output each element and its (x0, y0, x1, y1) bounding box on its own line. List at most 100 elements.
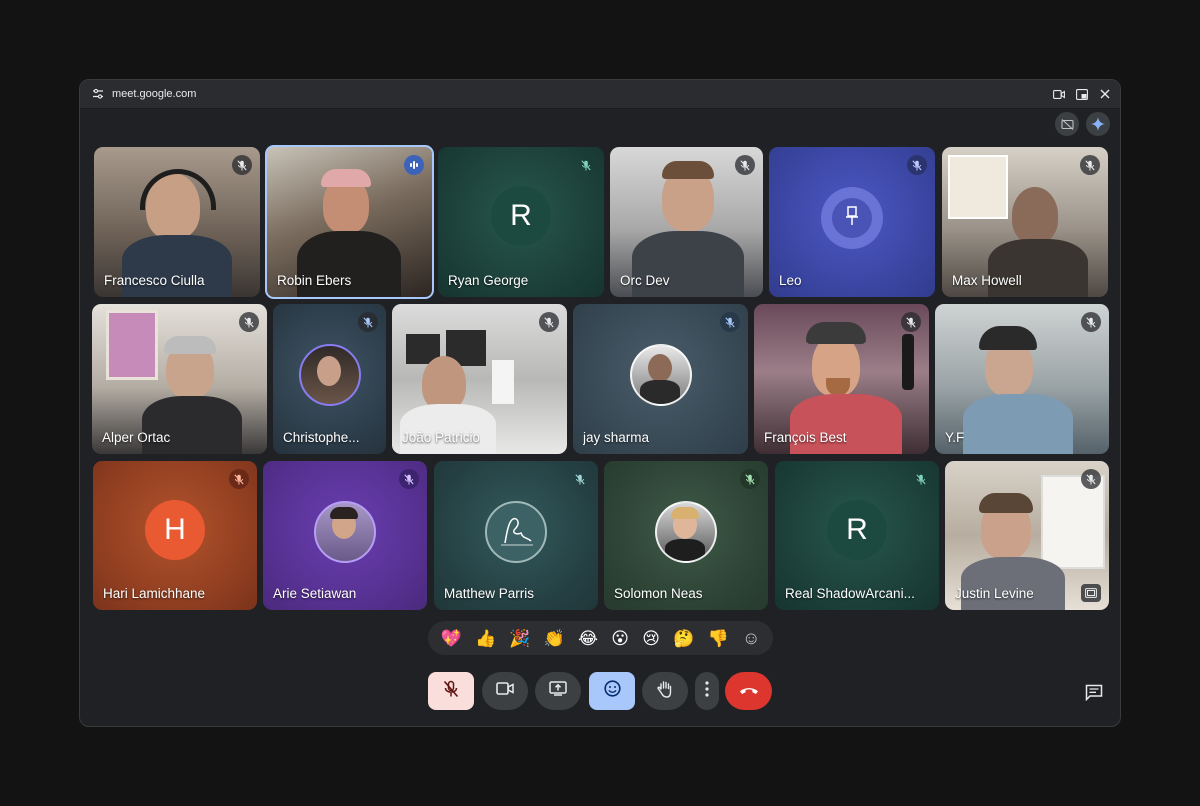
mic-off-icon (1081, 469, 1101, 489)
participant-avatar-photo (629, 344, 692, 406)
participant-tile-self[interactable]: Justin Levine (945, 461, 1109, 610)
participant-name: Alper Ortac (102, 430, 171, 445)
participant-name: Max Howell (952, 273, 1022, 288)
camera-toggle-button[interactable] (482, 672, 528, 710)
avatar-letter: H (145, 499, 205, 560)
mic-off-icon (907, 155, 927, 175)
leave-call-button[interactable] (725, 672, 772, 710)
participant-name: Y.F (945, 430, 965, 445)
participant-tile-active-speaker[interactable]: Robin Ebers (265, 145, 434, 299)
participant-name: Matthew Parris (444, 586, 535, 601)
participant-tile[interactable]: Alper Ortac (92, 304, 267, 454)
leave-call-icon (739, 682, 759, 700)
meet-window: meet.google.com Francesco Ciulla Robin E… (79, 79, 1121, 727)
mic-off-icon (570, 469, 590, 489)
mic-off-icon (720, 312, 740, 332)
signature-logo-icon (501, 517, 533, 545)
reactions-bar: 💖 👍 🎉 👏 😂 😮 😢 🤔 👎 ☺ (428, 621, 773, 655)
url-text: meet.google.com (112, 88, 197, 100)
present-screen-button[interactable] (535, 672, 581, 710)
participant-name: Solomon Neas (614, 586, 703, 601)
participant-name: jay sharma (583, 430, 650, 445)
mic-off-icon (232, 155, 252, 175)
more-options-button[interactable] (695, 672, 719, 710)
participant-name: Ryan George (448, 273, 529, 288)
camera-icon[interactable] (1053, 88, 1065, 100)
browser-titlebar: meet.google.com (80, 80, 1120, 109)
mic-off-icon (239, 312, 259, 332)
close-icon[interactable] (1099, 88, 1111, 100)
participant-name: Robin Ebers (277, 273, 352, 288)
avatar-letter: R (827, 499, 887, 560)
participant-name: Real ShadowArcani... (785, 586, 915, 601)
participant-name: Hari Lamichhane (103, 586, 206, 601)
mic-toggle-button[interactable] (428, 672, 474, 710)
participant-avatar-photo (298, 344, 361, 406)
pin-icon[interactable] (843, 205, 861, 232)
mic-muted-icon (443, 680, 459, 703)
mic-off-icon (911, 469, 931, 489)
participant-tile[interactable]: R Real ShadowArcani... (775, 461, 939, 610)
avatar-letter: R (491, 186, 551, 246)
mic-off-icon (1080, 155, 1100, 175)
speaking-indicator-icon (404, 155, 424, 175)
participant-avatar-photo (485, 500, 547, 563)
raise-hand-icon (657, 680, 673, 703)
emoji-icon (603, 680, 621, 702)
participant-avatar-photo (655, 500, 717, 563)
camera-icon (496, 682, 514, 700)
reaction-sad[interactable]: 😢 (642, 630, 660, 647)
participant-avatar-photo (314, 500, 376, 563)
participant-tile[interactable]: Matthew Parris (434, 461, 598, 610)
participant-name: Christophe... (283, 430, 360, 445)
participant-tile[interactable]: Max Howell (942, 147, 1108, 297)
participant-tile[interactable]: Christophe... (273, 304, 386, 454)
mic-off-icon (735, 155, 755, 175)
mic-off-icon (1081, 312, 1101, 332)
participant-name: Arie Setiawan (273, 586, 357, 601)
more-options-icon (705, 680, 709, 702)
reaction-thumbs-up[interactable]: 👍 (475, 630, 496, 647)
participant-tile[interactable]: Solomon Neas (604, 461, 768, 610)
present-screen-icon (549, 681, 567, 701)
reaction-party[interactable]: 🎉 (509, 630, 530, 647)
mic-off-icon (539, 312, 559, 332)
mic-off-icon (740, 469, 760, 489)
participant-tile[interactable]: Leo (769, 147, 935, 297)
mic-off-icon (399, 469, 419, 489)
chat-icon[interactable] (1083, 681, 1105, 703)
participant-tile[interactable]: Y.F (935, 304, 1109, 454)
mic-off-icon (576, 155, 596, 175)
participant-name: Justin Levine (955, 586, 1034, 601)
participant-tile[interactable]: jay sharma (573, 304, 748, 454)
participant-tile[interactable]: Arie Setiawan (263, 461, 427, 610)
mic-off-icon (229, 469, 249, 489)
participant-tile[interactable]: François Best (754, 304, 929, 454)
mic-off-icon (358, 312, 378, 332)
raise-hand-button[interactable] (642, 672, 688, 710)
reaction-heart[interactable]: 💖 (441, 630, 462, 647)
reaction-clap[interactable]: 👏 (544, 630, 565, 647)
reaction-surprised[interactable]: 😮 (611, 630, 629, 647)
emoji-reactions-button[interactable] (589, 672, 635, 710)
participant-tile[interactable]: Orc Dev (610, 147, 763, 297)
participant-name: Orc Dev (620, 273, 670, 288)
reaction-laugh[interactable]: 😂 (578, 630, 598, 647)
add-reaction-icon[interactable]: ☺ (742, 629, 760, 647)
gemini-sparkle-icon[interactable] (1086, 112, 1110, 136)
participant-tile[interactable]: R Ryan George (438, 147, 604, 297)
participant-name: Leo (779, 273, 802, 288)
reaction-thinking[interactable]: 🤔 (673, 630, 694, 647)
mic-off-icon (901, 312, 921, 332)
hide-self-view-icon[interactable] (1055, 112, 1079, 136)
participant-tile[interactable]: João Patricio (392, 304, 567, 454)
pop-out-icon[interactable] (1076, 88, 1088, 100)
picture-in-picture-icon[interactable] (1081, 584, 1101, 602)
participant-name: João Patricio (402, 430, 481, 445)
participant-tile[interactable]: Francesco Ciulla (94, 147, 260, 297)
site-settings-icon[interactable] (92, 88, 104, 100)
reaction-thumbs-down[interactable]: 👎 (708, 630, 729, 647)
participant-tile[interactable]: H Hari Lamichhane (93, 461, 257, 610)
participant-name: Francesco Ciulla (104, 273, 205, 288)
participant-name: François Best (764, 430, 847, 445)
